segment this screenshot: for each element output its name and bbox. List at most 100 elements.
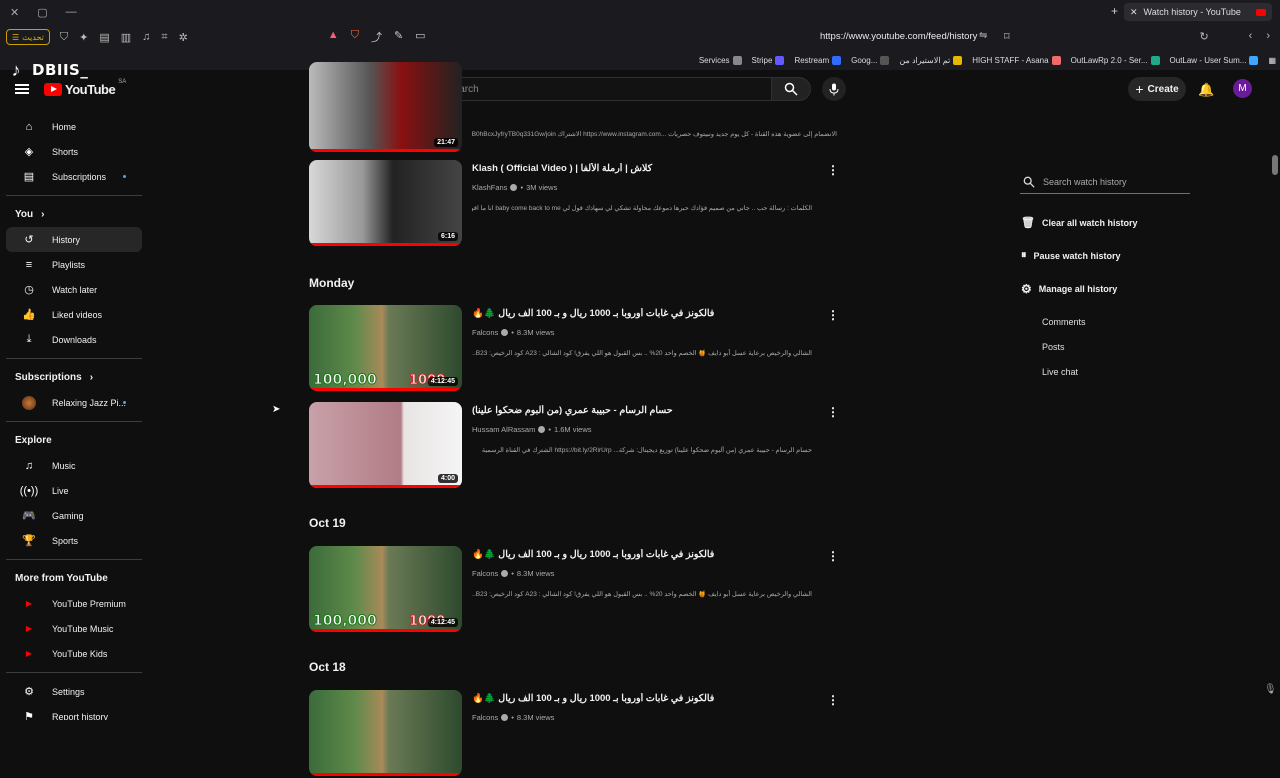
- history-video-item[interactable]: 4:00 حسام الرسام - حبيبة عمري (من ألبوم ض…: [309, 402, 839, 490]
- view-count: 8.3M views: [516, 328, 555, 337]
- close-window-icon[interactable]: ✕: [10, 6, 19, 19]
- history-comments-link[interactable]: Comments: [1020, 309, 1190, 334]
- sidebar-item-home[interactable]: ⌂ Home: [6, 114, 142, 139]
- video-thumbnail[interactable]: 4:00: [309, 402, 462, 488]
- channel-name[interactable]: Falcons: [472, 713, 498, 722]
- video-thumbnail[interactable]: 100,00010004:12:45: [309, 546, 462, 632]
- extensions-icon[interactable]: ✦: [79, 31, 88, 44]
- bookmark-icon[interactable]: ⌑: [1004, 30, 1010, 43]
- sidebar-divider: [6, 559, 142, 560]
- shield-icon[interactable]: ⛉: [60, 31, 68, 44]
- more-actions-icon[interactable]: ⋮: [827, 405, 839, 419]
- sidebar-section-subscriptions[interactable]: Subscriptions ›: [0, 365, 148, 390]
- more-actions-icon[interactable]: ⋮: [827, 163, 839, 177]
- update-button[interactable]: ☰ تحديث: [6, 29, 50, 45]
- sidebar-toggle-icon[interactable]: ▥: [121, 31, 131, 44]
- video-title[interactable]: فالكونز في غابات أوروبا بـ 1000 ريال و ب…: [472, 549, 822, 560]
- picture-in-picture-icon[interactable]: ▭: [415, 29, 425, 45]
- browser-tab[interactable]: ✕ Watch history - YouTube: [1124, 3, 1272, 21]
- bookmark-item[interactable]: تم الاستيراد من: [899, 55, 963, 65]
- channel-name[interactable]: Falcons: [472, 328, 498, 337]
- channel-name[interactable]: Hussam AlRassam: [472, 425, 535, 434]
- sidebar-item-subscriptions[interactable]: ▤ Subscriptions: [6, 164, 142, 189]
- sidebar-item-history[interactable]: ↺ History: [6, 227, 142, 252]
- address-bar[interactable]: https://www.youtube.com/feed/history: [820, 31, 977, 42]
- video-thumbnail[interactable]: 6:16: [309, 160, 462, 246]
- sidebar-item-liked-videos[interactable]: 👍 Liked videos: [6, 302, 142, 327]
- history-video-item[interactable]: فالكونز في غابات أوروبا بـ 1000 ريال و ب…: [309, 690, 839, 778]
- forward-icon[interactable]: ›: [1266, 30, 1270, 43]
- channel-avatar: [22, 395, 36, 410]
- video-title[interactable]: Klash ( Official Video ) | كلاش | أرملة …: [472, 163, 822, 174]
- screenshot-icon[interactable]: ⌗: [161, 31, 167, 44]
- sidebar-item-sports[interactable]: 🏆 Sports: [6, 528, 142, 553]
- reader-icon[interactable]: ▤: [99, 31, 109, 44]
- sidebar-item-playlists[interactable]: ≡ Playlists: [6, 252, 142, 277]
- sidebar-item-youtube-premium[interactable]: ▶ YouTube Premium: [6, 591, 142, 616]
- sidebar-item-watch-later[interactable]: ◷ Watch later: [6, 277, 142, 302]
- sidebar-item-music[interactable]: ♫ Music: [6, 453, 142, 478]
- hamburger-menu-icon[interactable]: [15, 84, 29, 94]
- notifications-bell-icon[interactable]: 🔔: [1198, 82, 1214, 98]
- pause-history-button[interactable]: ⏸ Pause watch history: [1020, 239, 1190, 272]
- share-icon[interactable]: ⤴: [371, 29, 382, 45]
- site-settings-icon[interactable]: ⇋: [979, 30, 987, 41]
- video-thumbnail[interactable]: 21:47: [309, 62, 462, 152]
- settings-icon[interactable]: ✲: [179, 31, 188, 44]
- bookmark-item[interactable]: Goog...: [851, 55, 890, 65]
- search-history-input[interactable]: Search watch history: [1020, 170, 1190, 194]
- bookmark-item[interactable]: OutLaw - User Sum...: [1170, 55, 1259, 65]
- minimize-window-icon[interactable]: —: [66, 6, 77, 19]
- history-posts-link[interactable]: Posts: [1020, 334, 1190, 359]
- bookmark-item[interactable]: HIGH STAFF - Asana: [972, 55, 1061, 65]
- sidebar-item-live[interactable]: ((•)) Live: [6, 478, 142, 503]
- sidebar-item-report-history[interactable]: ⚑ Report history: [6, 704, 142, 720]
- history-video-item[interactable]: 100,00010004:12:45 فالكونز في غابات أوروب…: [309, 305, 839, 393]
- video-title[interactable]: حسام الرسام - حبيبة عمري (من ألبوم ضحكوا…: [472, 405, 822, 416]
- sidebar-item-live-label: Live: [52, 485, 69, 496]
- sidebar-item-youtube-music[interactable]: ▶ YouTube Music: [6, 616, 142, 641]
- channel-name[interactable]: Falcons: [472, 569, 498, 578]
- bookmark-item[interactable]: OutLawRp 2.0 - Ser...: [1071, 55, 1160, 65]
- sidebar-item-shorts[interactable]: ◈ Shorts: [6, 139, 142, 164]
- history-live-chat-link[interactable]: Live chat: [1020, 359, 1190, 384]
- sidebar-item-sports-icon: 🏆: [22, 535, 36, 547]
- music-icon[interactable]: ♫: [142, 31, 150, 44]
- manage-history-button[interactable]: ⚙ Manage all history: [1020, 272, 1190, 305]
- sidebar-item-gaming[interactable]: 🎮 Gaming: [6, 503, 142, 528]
- video-info: فالكونز في غابات أوروبا بـ 1000 ريال و ب…: [472, 549, 822, 598]
- sidebar-section-more[interactable]: More from YouTube: [0, 566, 148, 591]
- sidebar-section-you[interactable]: You ›: [0, 202, 148, 227]
- avatar[interactable]: M: [1233, 79, 1252, 98]
- history-video-item[interactable]: 6:16 Klash ( Official Video ) | كلاش | أر…: [309, 160, 839, 248]
- sidebar-item-settings[interactable]: ⚙ Settings: [6, 679, 142, 704]
- new-tab-button[interactable]: +: [1111, 4, 1118, 18]
- back-icon[interactable]: ‹: [1249, 30, 1253, 43]
- tools-icon[interactable]: ✎: [394, 29, 403, 45]
- video-thumbnail[interactable]: 100,00010004:12:45: [309, 305, 462, 391]
- video-thumbnail[interactable]: [309, 690, 462, 776]
- more-actions-icon[interactable]: ⋮: [827, 308, 839, 322]
- video-title[interactable]: فالكونز في غابات أوروبا بـ 1000 ريال و ب…: [472, 308, 822, 319]
- channel-name[interactable]: KlashFans: [472, 183, 507, 192]
- youtube-logo[interactable]: YouTube SA: [44, 79, 126, 97]
- close-tab-icon[interactable]: ✕: [1130, 7, 1138, 18]
- reload-icon[interactable]: ↻: [1199, 30, 1208, 43]
- video-title[interactable]: فالكونز في غابات أوروبا بـ 1000 ريال و ب…: [472, 693, 822, 704]
- sidebar-item-youtube-kids[interactable]: ▶ YouTube Kids: [6, 641, 142, 666]
- bookmarks-grid-icon[interactable]: ▦: [1268, 56, 1276, 65]
- maximize-window-icon[interactable]: ▢: [37, 6, 47, 19]
- sidebar-item-downloads[interactable]: ⤓ Downloads: [6, 327, 142, 352]
- create-button[interactable]: + Create: [1128, 77, 1186, 101]
- history-video-item[interactable]: 21:47 الانضمام إلى عضوية هذه القناة - كل …: [309, 62, 839, 152]
- date-heading: Monday: [309, 276, 355, 290]
- history-video-item[interactable]: 100,00010004:12:45 فالكونز في غابات أوروب…: [309, 546, 839, 634]
- sidebar-section-explore[interactable]: Explore: [0, 428, 148, 453]
- more-actions-icon[interactable]: ⋮: [827, 549, 839, 563]
- clear-history-button[interactable]: 🗑 Clear all watch history: [1020, 206, 1190, 239]
- more-actions-icon[interactable]: ⋮: [827, 693, 839, 707]
- page-scrollbar[interactable]: [1272, 155, 1278, 175]
- sidebar-subscription-item[interactable]: Relaxing Jazz Pi...: [6, 390, 142, 415]
- brave-shield-icon[interactable]: ⛉: [351, 29, 359, 45]
- warning-icon[interactable]: ▲: [328, 29, 339, 45]
